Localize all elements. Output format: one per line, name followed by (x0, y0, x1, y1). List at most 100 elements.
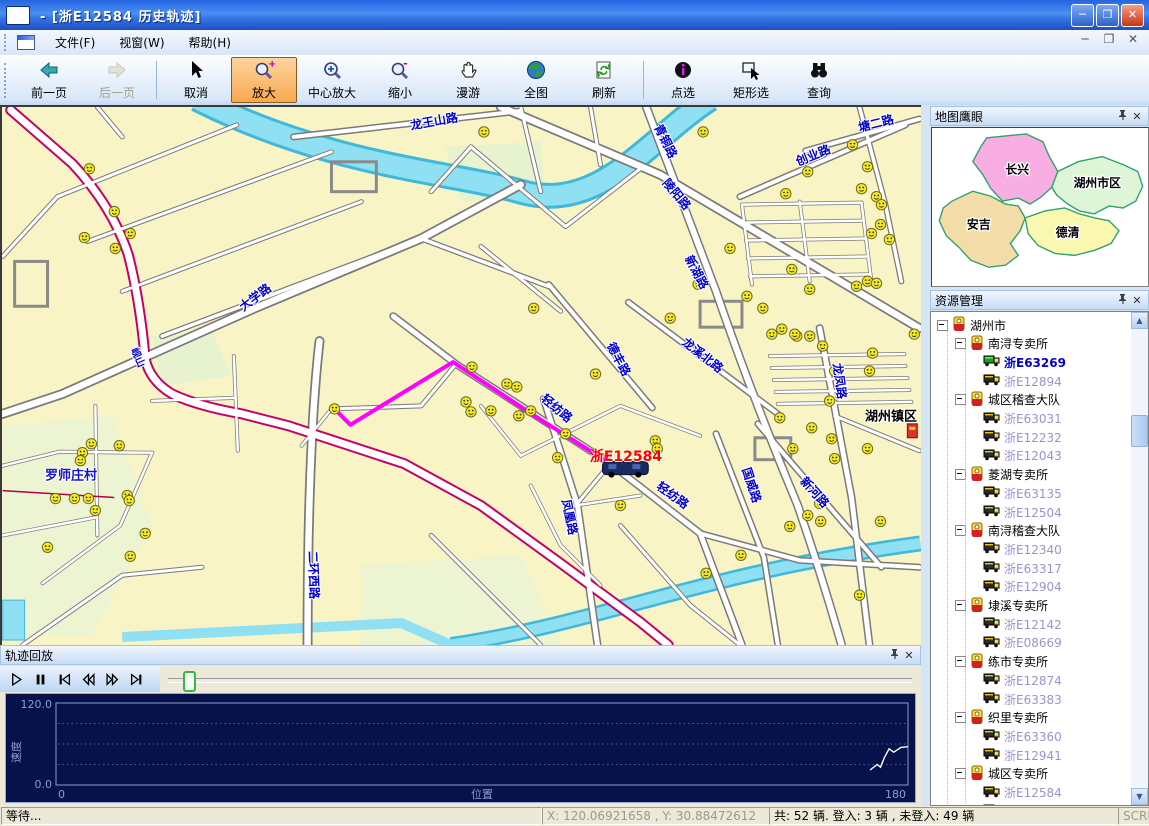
vehicle-marker-icon[interactable] (851, 281, 861, 291)
vehicle-marker-icon[interactable] (125, 551, 135, 561)
minimize-button[interactable]: ─ (1071, 4, 1094, 27)
vehicle-marker-icon[interactable] (665, 313, 675, 323)
tree-node-vehicle[interactable]: 浙E12043 (983, 447, 1062, 465)
vehicle-marker-icon[interactable] (86, 439, 96, 449)
tree-node-group[interactable]: 城区稽查大队 (955, 391, 1060, 409)
vehicle-marker-icon[interactable] (785, 521, 795, 531)
playback-pin-icon[interactable] (888, 648, 902, 662)
vehicle-marker-icon[interactable] (560, 429, 570, 439)
mdi-minimize-icon[interactable]: ─ (1077, 32, 1093, 46)
toolbar-button-查询[interactable]: 查询 (786, 57, 852, 103)
vehicle-marker-icon[interactable] (826, 434, 836, 444)
tree-node-group[interactable]: 菱湖专卖所 (955, 466, 1048, 484)
vehicle-marker-icon[interactable] (867, 348, 877, 358)
tree-node-vehicle[interactable]: 浙E12941 (983, 746, 1062, 764)
vehicle-marker-icon[interactable] (110, 243, 120, 253)
playback-pause-button[interactable] (28, 668, 52, 690)
tree-node-group[interactable]: 埭溪专卖所 (955, 597, 1048, 615)
tree-node-vehicle[interactable]: 浙E63383 (983, 690, 1062, 708)
vehicle-marker-icon[interactable] (884, 234, 894, 244)
vehicle-marker-icon[interactable] (109, 206, 119, 216)
vehicle-marker-icon[interactable] (805, 331, 815, 341)
vehicle-marker-icon[interactable] (50, 493, 60, 503)
tree-node-vehicle[interactable]: 浙E63317 (983, 559, 1062, 577)
vehicle-marker-icon[interactable] (124, 495, 134, 505)
vehicle-marker-icon[interactable] (862, 162, 872, 172)
vehicle-marker-icon[interactable] (69, 493, 79, 503)
tree-node-vehicle[interactable]: 浙E63135 (983, 484, 1062, 502)
vehicle-marker-icon[interactable] (698, 127, 708, 137)
vehicle-marker-icon[interactable] (856, 184, 866, 194)
vehicle-marker-icon[interactable] (767, 329, 777, 339)
close-button[interactable]: ✕ (1121, 4, 1144, 27)
vehicle-marker-icon[interactable] (114, 441, 124, 451)
vehicle-marker-icon[interactable] (866, 228, 876, 238)
vehicle-marker-icon[interactable] (486, 406, 496, 416)
toolbar-button-中心放大[interactable]: 中心放大 (299, 57, 365, 103)
tree-node-vehicle[interactable]: 浙E63269 (983, 353, 1066, 371)
vehicle-marker-icon[interactable] (467, 362, 477, 372)
vehicle-marker-icon[interactable] (502, 379, 512, 389)
toolbar-button-全图[interactable]: 全图 (503, 57, 569, 103)
vehicle-marker-icon[interactable] (736, 550, 746, 560)
vehicle-marker-icon[interactable] (847, 140, 857, 150)
playback-to-start-button[interactable] (52, 668, 76, 690)
vehicle-marker-icon[interactable] (788, 444, 798, 454)
menu-item-2[interactable]: 帮助(H) (177, 33, 243, 53)
vehicle-marker-icon[interactable] (909, 329, 919, 339)
vehicle-marker-icon[interactable] (742, 291, 752, 301)
vehicle-marker-icon[interactable] (526, 406, 536, 416)
vehicle-marker-icon[interactable] (875, 516, 885, 526)
vehicle-marker-icon[interactable] (864, 366, 874, 376)
eagle-eye-pin-icon[interactable] (1116, 109, 1130, 123)
tree-node-vehicle[interactable]: 浙E12874 (983, 671, 1062, 689)
tree-node-vehicle[interactable]: 浙E12504 (983, 503, 1062, 521)
menu-item-1[interactable]: 视窗(W) (107, 33, 176, 53)
vehicle-marker-icon[interactable] (787, 264, 797, 274)
vehicle-marker-icon[interactable] (552, 453, 562, 463)
playback-fast-forward-button[interactable] (100, 668, 124, 690)
toolbar-button-缩小[interactable]: -缩小 (367, 57, 433, 103)
vehicle-marker-icon[interactable] (42, 542, 52, 552)
resources-pin-icon[interactable] (1116, 293, 1130, 307)
vehicle-marker-icon[interactable] (725, 243, 735, 253)
vehicle-marker-icon[interactable] (875, 219, 885, 229)
vehicle-marker-icon[interactable] (466, 407, 476, 417)
tree-node-group[interactable]: 练市专卖所 (955, 653, 1048, 671)
tree-node-vehicle[interactable]: 浙E12142 (983, 615, 1062, 633)
vehicle-marker-icon[interactable] (829, 454, 839, 464)
playback-slider-thumb[interactable] (183, 671, 196, 692)
vehicle-marker-icon[interactable] (854, 590, 864, 600)
vehicle-marker-icon[interactable] (805, 284, 815, 294)
eagle-eye-map[interactable]: 长兴湖州市区安吉德清 (931, 127, 1149, 287)
playback-close-icon[interactable]: ✕ (902, 649, 916, 662)
vehicle-marker-icon[interactable] (817, 341, 827, 351)
vehicle-marker-icon[interactable] (83, 493, 93, 503)
tree-node-group[interactable]: 织里专卖所 (955, 709, 1048, 727)
menubar-grip[interactable] (4, 34, 11, 52)
toolbar-button-点选[interactable]: 点选 (650, 57, 716, 103)
vehicle-marker-icon[interactable] (590, 369, 600, 379)
resources-close-icon[interactable]: ✕ (1130, 294, 1144, 307)
vehicle-marker-icon[interactable] (84, 164, 94, 174)
vehicle-marker-icon[interactable] (461, 397, 471, 407)
toolbar-button-矩形选[interactable]: 矩形选 (718, 57, 784, 103)
playback-play-button[interactable] (4, 668, 28, 690)
tree-node-group[interactable]: 南浔专卖所 (955, 335, 1048, 353)
restore-button[interactable]: ❐ (1096, 4, 1119, 27)
tree-node-vehicle[interactable]: 浙E08669 (983, 634, 1062, 652)
scroll-down-icon[interactable]: ▼ (1131, 788, 1148, 805)
vehicle-marker-icon[interactable] (479, 127, 489, 137)
tree-node-vehicle[interactable]: 浙E63031 (983, 410, 1062, 428)
mdi-restore-icon[interactable]: ❐ (1101, 32, 1117, 46)
vehicle-marker-icon[interactable] (871, 278, 881, 288)
vehicle-marker-icon[interactable] (701, 568, 711, 578)
tree-node-vehicle[interactable]: 浙E63360 (983, 727, 1062, 745)
vehicle-marker-icon[interactable] (90, 505, 100, 515)
tree-scrollbar[interactable]: ▲ ▼ (1131, 312, 1148, 805)
vehicle-marker-icon[interactable] (803, 167, 813, 177)
toolbar-button-放大[interactable]: +放大 (231, 57, 297, 103)
playback-slider[interactable] (168, 678, 912, 683)
vehicle-marker-icon[interactable] (512, 382, 522, 392)
vehicle-marker-icon[interactable] (514, 411, 524, 421)
